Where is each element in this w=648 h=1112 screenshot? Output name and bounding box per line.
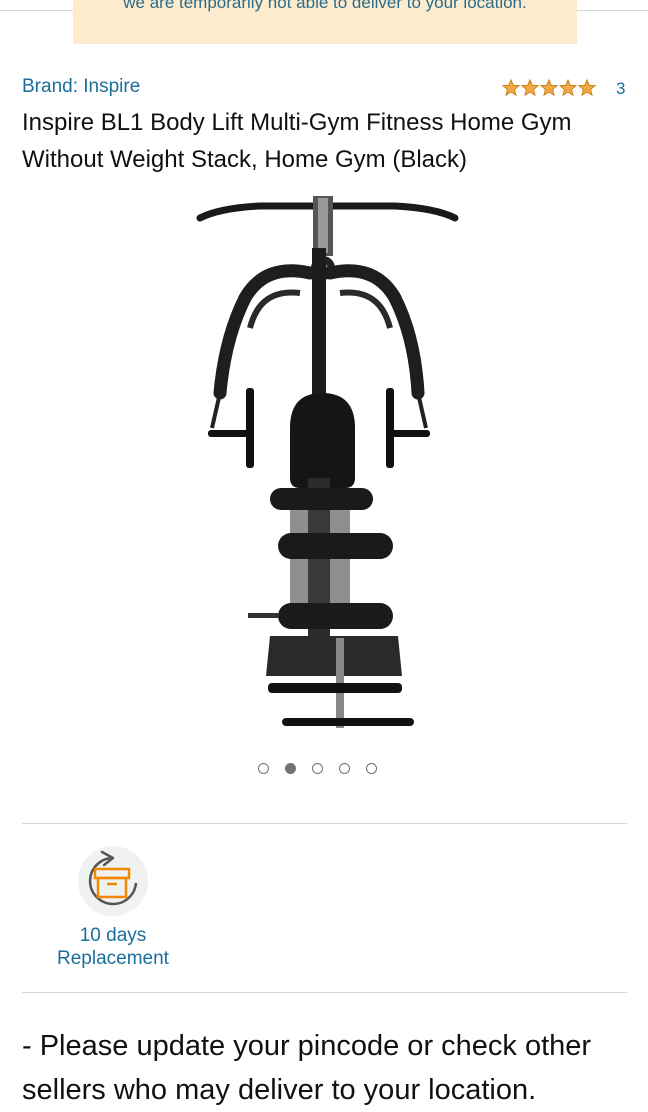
- replacement-label[interactable]: 10 days Replacement: [40, 924, 186, 970]
- carousel-dot-active[interactable]: [285, 763, 296, 774]
- carousel-dot[interactable]: [366, 763, 377, 774]
- pincode-note: - Please update your pincode or check ot…: [22, 1030, 592, 1106]
- star-icon: [559, 79, 577, 97]
- replacement-icon[interactable]: [78, 846, 148, 916]
- replacement-text: Replacement: [57, 948, 169, 969]
- product-image[interactable]: [190, 188, 465, 738]
- star-icon: [540, 79, 558, 97]
- carousel-dot[interactable]: [258, 763, 269, 774]
- star-rating[interactable]: [502, 79, 596, 99]
- star-icon: [502, 79, 520, 97]
- product-title: Inspire BL1 Body Lift Multi-Gym Fitness …: [22, 109, 572, 173]
- brand-link[interactable]: Brand: Inspire: [22, 76, 140, 98]
- section-divider: [22, 992, 627, 993]
- carousel-dot[interactable]: [312, 763, 323, 774]
- delivery-warning-banner: we are temporarily not able to deliver t…: [73, 0, 577, 44]
- carousel-indicators: [258, 763, 377, 774]
- return-box-icon: [88, 850, 138, 906]
- star-icon: [521, 79, 539, 97]
- section-divider: [22, 823, 627, 824]
- delivery-warning-text: we are temporarily not able to deliver t…: [123, 0, 527, 12]
- review-count-link[interactable]: 3: [616, 79, 625, 99]
- star-icon: [578, 79, 596, 97]
- carousel-dot[interactable]: [339, 763, 350, 774]
- replacement-days: 10 days: [79, 925, 147, 946]
